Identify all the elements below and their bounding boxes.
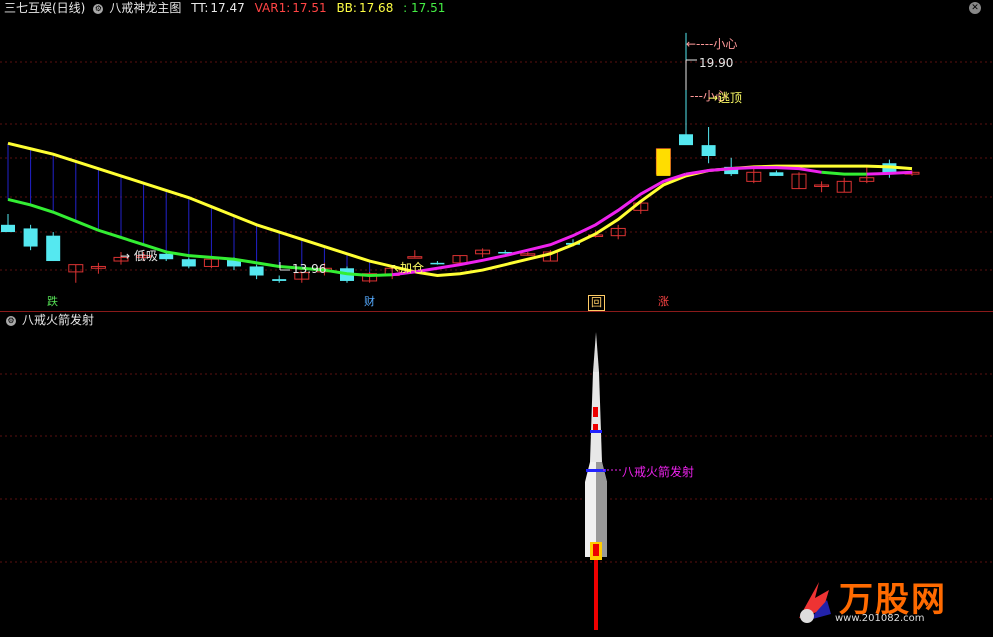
signal-cai-label: 财	[364, 295, 375, 308]
main-chart-pane[interactable]: 三七互娱(日线) ⚙ 八戒神龙主图 TT: 17.47 VAR1: 17.51 BB: 1…	[0, 0, 993, 311]
low-buy-label: → 低吸	[120, 249, 158, 263]
rocket-indicator-pane[interactable]: ⚙ 八戒火箭发射 八戒火箭发射 万股网 www.201082.com	[0, 311, 993, 637]
candle-body	[1, 224, 15, 233]
add-position-label: ↖加仓	[390, 261, 424, 275]
ma-lower-green	[821, 170, 867, 176]
candle-body	[272, 279, 287, 281]
signal-hui-label: 回	[591, 296, 602, 309]
candle-body	[249, 266, 264, 276]
candle-body	[430, 262, 445, 265]
signal-die-label: 跌	[47, 295, 58, 308]
candle-body	[701, 145, 716, 156]
candle-body	[181, 259, 196, 267]
signal-hui: 回	[588, 295, 605, 311]
rocket-icon	[585, 332, 607, 630]
candle-body	[46, 235, 61, 262]
candle-body	[407, 256, 423, 259]
ma-lower-magenta	[392, 172, 687, 277]
rocket-label: 八戒火箭发射	[622, 465, 695, 479]
candle-body	[769, 172, 784, 176]
ma-lower-green	[7, 198, 393, 278]
candle-body	[159, 253, 174, 260]
signal-die: 跌	[45, 295, 60, 309]
signal-zhang-label: 涨	[658, 295, 669, 308]
signal-cai: 财	[362, 295, 377, 309]
candle-body	[679, 134, 693, 146]
high-price-label: 19.90	[699, 56, 733, 70]
ma-lower-magenta	[866, 170, 913, 176]
signal-zhang: 涨	[656, 295, 671, 309]
candlestick-chart[interactable]: 19.90←----小心---小心→逃顶→ 低吸13.96 ↖加仓	[0, 0, 993, 311]
careful-top-label: ←----小心	[686, 37, 737, 51]
escape-top-label: →逃顶	[708, 91, 742, 105]
candle-body	[23, 228, 38, 247]
low-price-label: 13.96	[292, 262, 326, 276]
watermark-url: www.201082.com	[835, 613, 925, 624]
candle-highlight	[656, 148, 671, 176]
watermark: 万股网 www.201082.com	[779, 570, 979, 631]
